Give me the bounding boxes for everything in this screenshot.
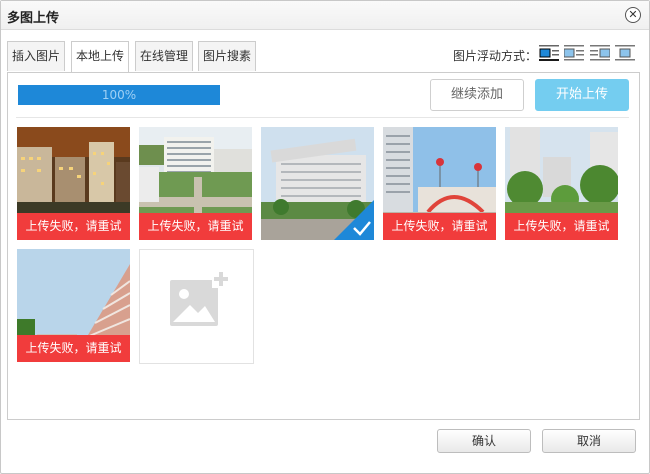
image-thumbnail[interactable]: 上传失败，请重试 [505, 127, 618, 240]
upload-failed-label: 上传失败，请重试 [383, 213, 496, 240]
cancel-button[interactable]: 取消 [542, 429, 636, 453]
dialog-titlebar: 多图上传 ✕ [1, 1, 649, 30]
continue-add-button[interactable]: 继续添加 [430, 79, 524, 111]
image-thumbnail[interactable]: 上传失败，请重试 [383, 127, 496, 240]
add-image-placeholder[interactable] [139, 249, 254, 364]
tab-online-manage[interactable]: 在线管理 [135, 41, 194, 71]
upload-failed-label: 上传失败，请重试 [17, 213, 130, 240]
upload-progress-bar: 100% [18, 85, 220, 105]
image-thumbnail[interactable]: 上传失败，请重试 [17, 249, 130, 362]
tab-local-upload[interactable]: 本地上传 [71, 41, 130, 73]
start-upload-button[interactable]: 开始上传 [535, 79, 629, 111]
image-thumbnail[interactable]: 上传失败，请重试 [17, 127, 130, 240]
upload-failed-label: 上传失败，请重试 [505, 213, 618, 240]
align-none-icon[interactable] [539, 45, 559, 61]
divider [16, 117, 629, 118]
add-image-icon [170, 270, 230, 326]
align-left-icon[interactable] [563, 45, 584, 61]
align-center-icon[interactable] [615, 45, 635, 61]
image-thumbnail-selected[interactable] [261, 127, 374, 240]
upload-panel: 100% 继续添加 开始上传 上传失败，请重试 上传失败，请重试 上传失败，请重… [7, 72, 640, 420]
upload-failed-label: 上传失败，请重试 [139, 213, 252, 240]
tab-insert-image[interactable]: 插入图片 [7, 41, 66, 71]
image-thumbnail[interactable]: 上传失败，请重试 [139, 127, 252, 240]
selected-check-icon [334, 200, 374, 240]
align-right-icon[interactable] [590, 45, 611, 61]
tab-image-search[interactable]: 图片搜素 [198, 41, 257, 71]
progress-text: 100% [101, 88, 137, 102]
close-button[interactable]: ✕ [625, 7, 641, 23]
float-mode-label: 图片浮动方式： [453, 49, 538, 63]
upload-failed-label: 上传失败，请重试 [17, 335, 130, 362]
multi-image-upload-dialog: 多图上传 ✕ 插入图片 本地上传 在线管理 图片搜素 图片浮动方式： 100% … [0, 0, 650, 474]
confirm-button[interactable]: 确认 [437, 429, 531, 453]
dialog-title: 多图上传 [7, 11, 60, 26]
